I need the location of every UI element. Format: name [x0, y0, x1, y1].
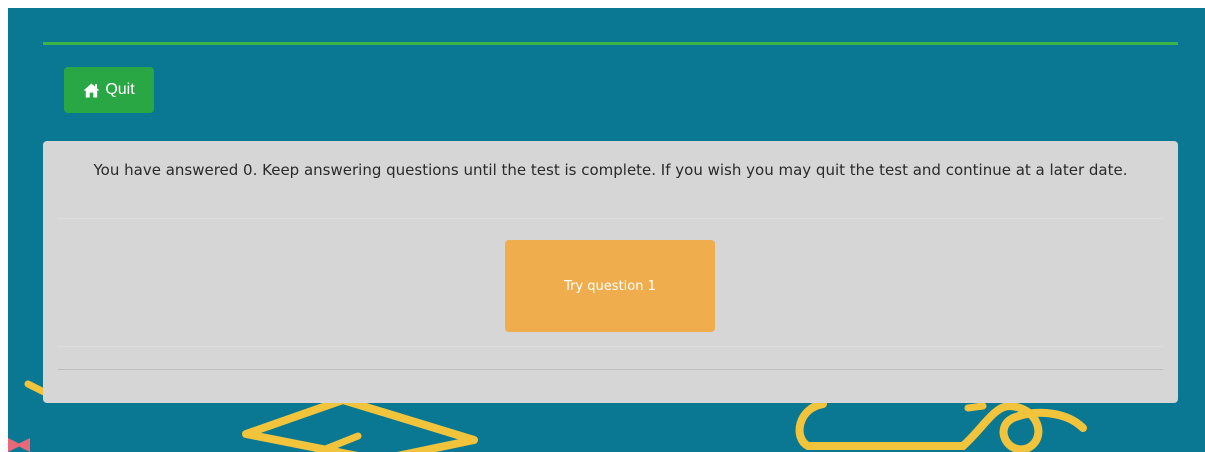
header-rule [43, 42, 1178, 45]
try-question-button[interactable]: Try question 1 [505, 240, 715, 332]
decoration-curl [795, 400, 1087, 452]
panel-footer-rule [58, 369, 1163, 370]
decoration-diamond [242, 396, 478, 452]
progress-message: You have answered 0. Keep answering ques… [93, 161, 1128, 179]
quit-button[interactable]: Quit [64, 67, 154, 113]
decoration-bow-right [16, 438, 30, 452]
panel-divider [58, 346, 1163, 347]
home-icon [83, 83, 100, 98]
decoration-curl-tail [964, 402, 987, 412]
page-background: Quit You have answered 0. Keep answering… [8, 8, 1205, 452]
progress-panel: You have answered 0. Keep answering ques… [43, 141, 1178, 403]
panel-divider [58, 218, 1163, 219]
quit-button-label: Quit [105, 81, 135, 98]
